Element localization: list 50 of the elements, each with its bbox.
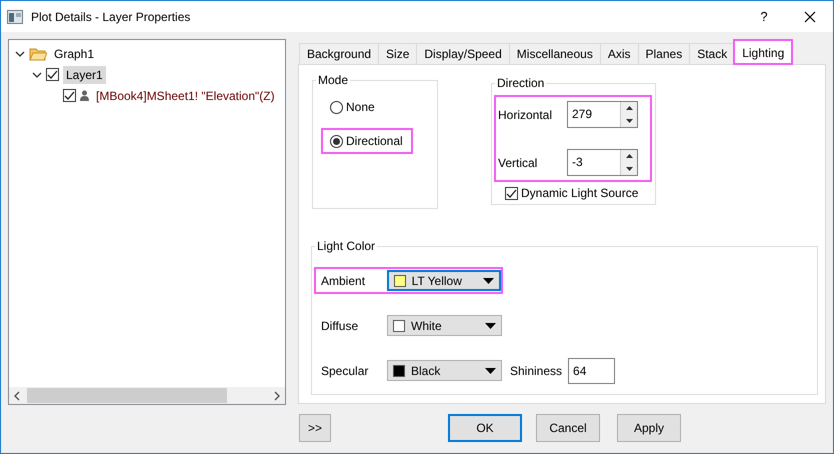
window-icon: [7, 10, 23, 24]
tree-item[interactable]: Graph1: [51, 44, 98, 62]
down-arrow-icon[interactable]: [626, 118, 632, 123]
up-arrow-icon[interactable]: [626, 106, 632, 110]
window-title: Plot Details - Layer Properties: [31, 10, 192, 24]
field-label: Vertical: [498, 156, 538, 170]
radio-label: Directional: [346, 134, 403, 148]
group-title: Direction: [496, 76, 546, 90]
tab[interactable]: Background: [299, 43, 380, 64]
field-label: Ambient: [321, 274, 366, 288]
dialog-button[interactable]: OK: [448, 414, 522, 442]
checkbox-label: Dynamic Light Source: [521, 186, 638, 200]
radio-label: None: [346, 100, 375, 114]
dialog-button[interactable]: Apply: [617, 414, 681, 442]
color-dropdown[interactable]: White: [387, 315, 502, 336]
field-label: Specular: [321, 364, 370, 378]
help-button[interactable]: ?: [741, 9, 787, 24]
tree-item[interactable]: [MBook4]MSheet1! "Elevation"(Z): [93, 86, 278, 104]
spin-field[interactable]: -3: [567, 149, 638, 176]
person-icon: [80, 90, 89, 101]
color-dropdown[interactable]: LT Yellow: [386, 270, 501, 291]
dialog-button[interactable]: Cancel: [536, 414, 600, 442]
up-arrow-icon[interactable]: [626, 154, 632, 158]
field-label: Horizontal: [498, 108, 552, 122]
caret-icon: [483, 278, 494, 284]
down-arrow-icon[interactable]: [626, 166, 632, 171]
close-icon: [804, 10, 816, 22]
caret-icon: [485, 322, 496, 328]
spin-field[interactable]: 279: [567, 101, 638, 128]
horizontal-scrollbar[interactable]: [9, 387, 285, 404]
chevron-down-icon[interactable]: [32, 70, 42, 80]
checkbox[interactable]: [505, 186, 518, 200]
color-dropdown[interactable]: Black: [387, 360, 502, 381]
chevron-down-icon[interactable]: [15, 48, 25, 58]
radio-button[interactable]: [330, 134, 343, 148]
caret-icon: [485, 368, 496, 374]
field-label: Diffuse: [321, 318, 360, 332]
chevron-left-icon[interactable]: [13, 390, 21, 400]
tree-item[interactable]: Layer1: [63, 66, 106, 84]
folder-icon: [29, 46, 47, 60]
radio-button[interactable]: [330, 100, 343, 114]
group-title: Light Color: [316, 239, 376, 253]
expand-button[interactable]: >>: [299, 414, 331, 442]
tab[interactable]: Lighting: [734, 40, 792, 64]
group-title: Mode: [317, 73, 350, 87]
field-label: Shininess: [510, 364, 562, 378]
checkbox[interactable]: [46, 68, 59, 81]
chevron-right-icon[interactable]: [273, 390, 281, 400]
checkbox[interactable]: [63, 89, 76, 102]
shininess-field[interactable]: 64: [568, 358, 616, 384]
